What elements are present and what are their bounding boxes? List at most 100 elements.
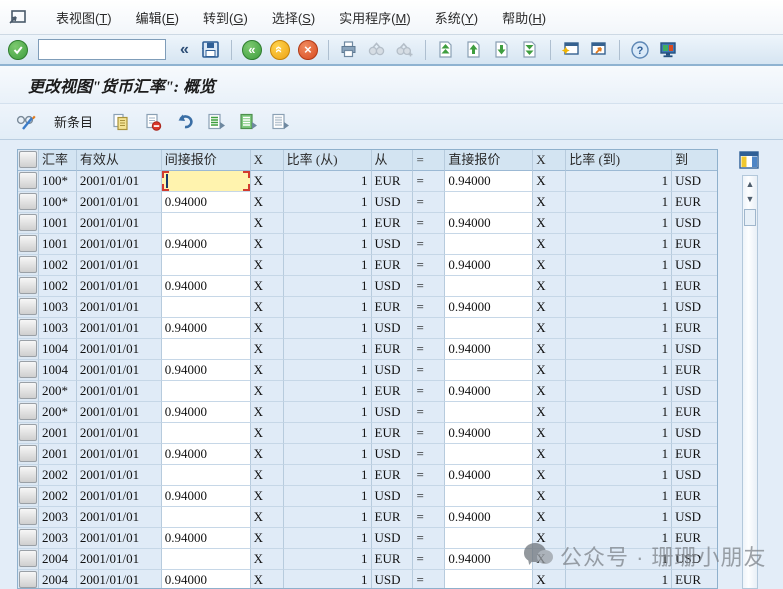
row-selector[interactable]	[18, 381, 39, 402]
find-button[interactable]	[365, 38, 389, 62]
cell-x1[interactable]: X	[251, 549, 284, 570]
scroll-down-icon[interactable]: ▼	[743, 191, 757, 206]
cell-ratio-from[interactable]: 1	[284, 171, 372, 192]
col-header-x2[interactable]: X	[533, 150, 566, 171]
row-selector[interactable]	[18, 360, 39, 381]
cell-rate-type[interactable]: 2001	[39, 444, 77, 465]
cell-valid-from[interactable]: 2001/01/01	[77, 444, 162, 465]
cell-to-currency[interactable]: EUR	[672, 234, 717, 255]
cell-ratio-from[interactable]: 1	[284, 507, 372, 528]
cell-valid-from[interactable]: 2001/01/01	[77, 360, 162, 381]
cell-rate-type[interactable]: 2003	[39, 507, 77, 528]
cell-to-currency[interactable]: EUR	[672, 402, 717, 423]
cell-direct-quote[interactable]: 0.94000	[445, 549, 533, 570]
cell-from-currency[interactable]: EUR	[372, 339, 414, 360]
cell-ratio-from[interactable]: 1	[284, 360, 372, 381]
cell-x2[interactable]: X	[533, 360, 566, 381]
cell-valid-from[interactable]: 2001/01/01	[77, 255, 162, 276]
cell-ratio-from[interactable]: 1	[284, 192, 372, 213]
cell-from-currency[interactable]: EUR	[372, 171, 414, 192]
cell-rate-type[interactable]: 1001	[39, 234, 77, 255]
cell-x1[interactable]: X	[251, 486, 284, 507]
row-selector[interactable]	[18, 339, 39, 360]
cell-to-currency[interactable]: USD	[672, 507, 717, 528]
cell-valid-from[interactable]: 2001/01/01	[77, 507, 162, 528]
cell-direct-quote[interactable]: 0.94000	[445, 339, 533, 360]
cell-from-currency[interactable]: EUR	[372, 465, 414, 486]
cell-x2[interactable]: X	[533, 255, 566, 276]
cell-direct-quote[interactable]: 0.94000	[445, 297, 533, 318]
menu-table-view[interactable]: 表视图(T)	[44, 4, 124, 31]
cell-ratio-from[interactable]: 1	[284, 297, 372, 318]
cell-from-currency[interactable]: USD	[372, 276, 414, 297]
col-header-direct[interactable]: 直接报价	[445, 150, 533, 171]
cell-direct-quote[interactable]: 0.94000	[445, 465, 533, 486]
cell-indirect-quote[interactable]	[162, 339, 251, 360]
cell-indirect-quote[interactable]: 0.94000	[162, 486, 251, 507]
cell-x1[interactable]: X	[251, 507, 284, 528]
cell-to-currency[interactable]: EUR	[672, 528, 717, 549]
cell-direct-quote[interactable]	[445, 318, 533, 339]
cell-x1[interactable]: X	[251, 381, 284, 402]
cell-direct-quote[interactable]	[445, 276, 533, 297]
cell-ratio-to[interactable]: 1	[566, 297, 672, 318]
cell-direct-quote[interactable]	[445, 486, 533, 507]
last-page-button[interactable]	[518, 38, 542, 62]
cell-from-currency[interactable]: USD	[372, 486, 414, 507]
cell-x1[interactable]: X	[251, 465, 284, 486]
menu-edit[interactable]: 编辑(E)	[124, 4, 191, 31]
row-selector[interactable]	[18, 465, 39, 486]
enter-button[interactable]	[6, 38, 30, 62]
cell-x2[interactable]: X	[533, 171, 566, 192]
row-selector[interactable]	[18, 234, 39, 255]
cell-to-currency[interactable]: USD	[672, 297, 717, 318]
cell-rate-type[interactable]: 1003	[39, 318, 77, 339]
row-selector[interactable]	[18, 570, 39, 589]
menu-help[interactable]: 帮助(H)	[490, 4, 558, 31]
cell-x2[interactable]: X	[533, 444, 566, 465]
cell-to-currency[interactable]: USD	[672, 255, 717, 276]
cell-from-currency[interactable]: USD	[372, 570, 414, 589]
row-selector[interactable]	[18, 192, 39, 213]
cell-direct-quote[interactable]	[445, 192, 533, 213]
cell-indirect-quote[interactable]: 0.94000	[162, 444, 251, 465]
cell-ratio-from[interactable]: 1	[284, 486, 372, 507]
col-header-valid-from[interactable]: 有效从	[77, 150, 162, 171]
cell-from-currency[interactable]: USD	[372, 234, 414, 255]
cell-indirect-quote[interactable]: 0.94000	[162, 528, 251, 549]
row-selector[interactable]	[18, 318, 39, 339]
cell-direct-quote[interactable]: 0.94000	[445, 381, 533, 402]
cell-valid-from[interactable]: 2001/01/01	[77, 549, 162, 570]
cell-rate-type[interactable]: 1004	[39, 339, 77, 360]
cell-ratio-from[interactable]: 1	[284, 402, 372, 423]
cell-indirect-quote[interactable]: 0.94000	[162, 192, 251, 213]
cell-x2[interactable]: X	[533, 381, 566, 402]
cell-rate-type[interactable]: 1004	[39, 360, 77, 381]
cell-direct-quote[interactable]	[445, 360, 533, 381]
cell-x1[interactable]: X	[251, 570, 284, 589]
cell-valid-from[interactable]: 2001/01/01	[77, 276, 162, 297]
col-header-to[interactable]: 到	[672, 150, 717, 171]
row-selector[interactable]	[18, 255, 39, 276]
cell-valid-from[interactable]: 2001/01/01	[77, 570, 162, 589]
cell-x2[interactable]: X	[533, 486, 566, 507]
scroll-up-icon[interactable]: ▲	[743, 176, 757, 191]
cell-direct-quote[interactable]: 0.94000	[445, 171, 533, 192]
cell-x2[interactable]: X	[533, 234, 566, 255]
cell-to-currency[interactable]: EUR	[672, 486, 717, 507]
cancel-button[interactable]: ×	[296, 38, 320, 62]
row-selector[interactable]	[18, 297, 39, 318]
system-menu-icon[interactable]	[8, 7, 30, 27]
cell-indirect-quote[interactable]: 0.94000	[162, 276, 251, 297]
cell-to-currency[interactable]: EUR	[672, 570, 717, 589]
select-all-rows-button[interactable]	[18, 150, 39, 171]
cell-ratio-from[interactable]: 1	[284, 423, 372, 444]
scrollbar-thumb[interactable]	[744, 209, 756, 226]
cell-ratio-from[interactable]: 1	[284, 318, 372, 339]
cell-x2[interactable]: X	[533, 465, 566, 486]
cell-x1[interactable]: X	[251, 318, 284, 339]
shortcut-button[interactable]	[587, 38, 611, 62]
new-session-button[interactable]	[559, 38, 583, 62]
cell-ratio-to[interactable]: 1	[566, 192, 672, 213]
collapse-toolbar-button[interactable]: «	[174, 41, 195, 59]
